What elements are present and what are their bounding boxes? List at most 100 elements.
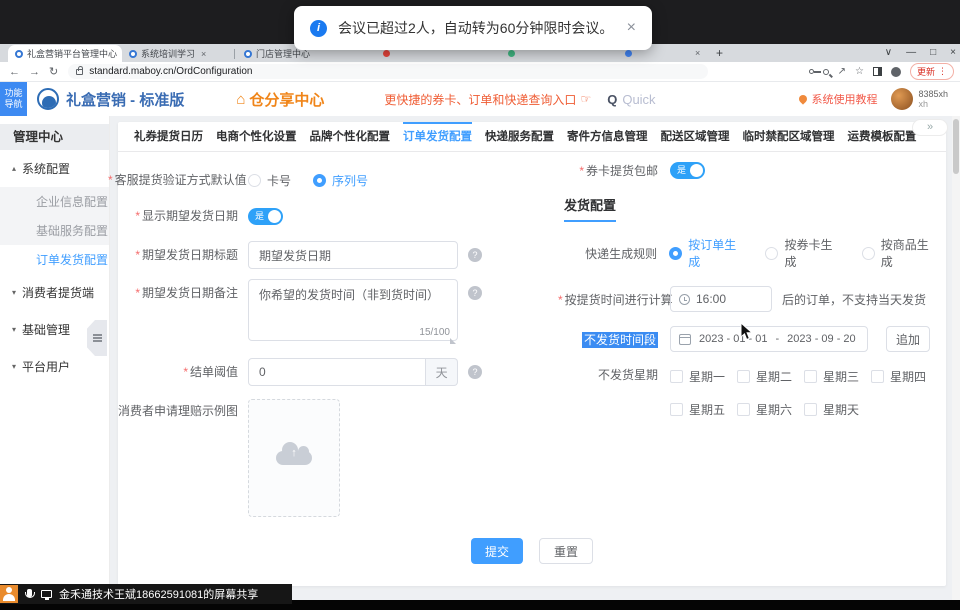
address-bar[interactable]: standard.maboy.cn/OrdConfiguration <box>68 64 708 79</box>
checkbox-icon[interactable] <box>871 370 884 383</box>
help-icon[interactable]: ? <box>468 365 482 379</box>
tab-close-icon[interactable]: × <box>695 48 700 58</box>
checkbox-wednesday[interactable]: 星期三 <box>804 368 871 385</box>
tab-freight-template[interactable]: 运费模板配置 <box>848 122 917 151</box>
toast-close-icon[interactable]: × <box>627 20 636 36</box>
browser-tab-2[interactable]: 系统培训学习 × <box>122 45 232 62</box>
checkbox-icon[interactable] <box>670 370 683 383</box>
page-scrollbar[interactable] <box>952 116 960 600</box>
radio-card-number[interactable]: 卡号 <box>248 172 291 189</box>
checkbox-saturday[interactable]: 星期六 <box>737 401 804 418</box>
checkbox-icon[interactable] <box>737 370 750 383</box>
radio-by-order[interactable]: 按订单生成 <box>669 236 747 270</box>
sidebar-item-basic-service[interactable]: 基础服务配置 <box>0 216 109 245</box>
browser-update-button[interactable]: 更新 ⋮ <box>910 63 954 80</box>
radio-icon[interactable] <box>862 247 875 260</box>
screen: i 会议已超过2人，自动转为60分钟限时会议。 × 礼盒营销平台管理中心 × 系… <box>0 0 960 610</box>
new-tab-button[interactable]: + <box>716 46 723 60</box>
zoom-icon[interactable] <box>823 69 829 75</box>
tabs-overflow-button[interactable]: » <box>912 119 948 136</box>
radio-icon-selected[interactable] <box>669 247 682 260</box>
append-button[interactable]: 追加 <box>886 326 930 352</box>
form-left-column: *客服提货验证方式默认值 卡号 序列号 *显示期望发货日期 <box>108 166 498 531</box>
checkbox-icon[interactable] <box>804 370 817 383</box>
date-range-picker[interactable]: 2023 - 01 - 01 - 2023 - 09 - 20 <box>670 326 868 352</box>
help-icon[interactable]: ? <box>468 286 482 300</box>
radio-icon-selected[interactable] <box>313 174 326 187</box>
show-date-toggle[interactable]: 是 <box>248 208 283 225</box>
scrollbar-thumb[interactable] <box>953 119 959 174</box>
sidebar-item-order-delivery[interactable]: 订单发货配置 <box>0 245 109 274</box>
function-nav-button[interactable]: 功能 导航 <box>0 82 27 116</box>
refresh-icon[interactable]: ↻ <box>49 65 58 78</box>
tab-search-icon[interactable]: ∨ <box>885 48 892 58</box>
radio-by-product[interactable]: 按商品生成 <box>862 236 940 270</box>
checkbox-thursday[interactable]: 星期四 <box>871 368 938 385</box>
radio-icon[interactable] <box>765 247 778 260</box>
checkbox-tuesday[interactable]: 星期二 <box>737 368 804 385</box>
share-icon[interactable]: ↗ <box>838 67 846 77</box>
window-close-icon[interactable]: × <box>950 48 956 58</box>
claim-image-upload[interactable]: ↑ <box>248 399 340 517</box>
tab-close-icon[interactable]: × <box>201 49 206 59</box>
checkbox-icon[interactable] <box>804 403 817 416</box>
checkbox-icon[interactable] <box>737 403 750 416</box>
free-shipping-toggle[interactable]: 是 <box>670 162 705 179</box>
user-avatar[interactable] <box>891 88 913 110</box>
url-text: standard.maboy.cn/OrdConfiguration <box>89 66 252 77</box>
tab-sender-info[interactable]: 寄件方信息管理 <box>567 122 648 151</box>
checkbox-sunday[interactable]: 星期天 <box>804 401 871 418</box>
checkbox-monday[interactable]: 星期一 <box>670 368 737 385</box>
browser-tab-active[interactable]: 礼盒营销平台管理中心 × <box>8 45 122 62</box>
window-maximize-icon[interactable]: □ <box>930 48 936 58</box>
user-name: 8385xh <box>918 89 948 99</box>
date-title-input[interactable] <box>248 241 458 269</box>
field-label: *结单阈值 <box>108 358 248 386</box>
sidebar-group-consumer[interactable]: ▾ 消费者提货端 <box>0 274 109 311</box>
side-panel-icon[interactable] <box>873 67 882 76</box>
tab-order-delivery-config[interactable]: 订单发货配置 <box>403 122 472 151</box>
radio-icon[interactable] <box>248 174 261 187</box>
password-key-icon[interactable] <box>809 69 814 74</box>
quick-search[interactable]: Q Quick <box>607 92 655 107</box>
resize-handle-icon[interactable] <box>450 338 456 344</box>
tab-express-service[interactable]: 快递服务配置 <box>485 122 554 151</box>
radio-serial-number[interactable]: 序列号 <box>313 172 368 189</box>
more-menu-icon[interactable]: ⋮ <box>938 66 947 77</box>
sidebar-group-system-config[interactable]: ▴ 系统配置 <box>0 150 109 187</box>
tab-ecom-custom[interactable]: 电商个性化设置 <box>216 122 297 151</box>
time-picker[interactable]: 16:00 <box>670 286 772 312</box>
profile-icon[interactable] <box>891 67 901 77</box>
submit-button[interactable]: 提交 <box>471 538 523 564</box>
tab-coupon-calendar[interactable]: 礼券提货日历 <box>134 122 203 151</box>
help-icon[interactable]: ? <box>468 248 482 262</box>
threshold-input[interactable] <box>248 358 426 386</box>
window-minimize-icon[interactable]: — <box>906 48 916 58</box>
checkbox-friday[interactable]: 星期五 <box>670 401 737 418</box>
sidebar-item-company-info[interactable]: 企业信息配置 <box>0 187 109 216</box>
unit-days: 天 <box>426 358 458 386</box>
forward-icon[interactable]: → <box>29 66 40 78</box>
share-center-label: 仓分享中心 <box>249 89 324 110</box>
radio-by-coupon[interactable]: 按券卡生成 <box>765 236 843 270</box>
sidebar-group-platform-user[interactable]: ▾ 平台用户 <box>0 348 109 385</box>
hidden-tab-favicon[interactable] <box>625 50 632 57</box>
hidden-tab-favicon[interactable] <box>508 50 515 57</box>
tutorial-link[interactable]: 系统使用教程 <box>799 91 877 107</box>
bookmark-star-icon[interactable]: ☆ <box>855 67 864 77</box>
sidebar-group-label: 平台用户 <box>22 358 70 375</box>
form-row-threshold: *结单阈值 天 ? <box>108 358 498 386</box>
back-icon[interactable]: ← <box>9 66 20 78</box>
tab-brand-custom[interactable]: 品牌个性化配置 <box>310 122 391 151</box>
hidden-tab-favicon[interactable] <box>383 50 390 57</box>
reset-button[interactable]: 重置 <box>539 538 593 564</box>
time-value: 16:00 <box>696 292 726 306</box>
sidebar-group-label: 系统配置 <box>22 160 70 177</box>
field-label: 消费者申请理赔示例图 <box>108 399 248 419</box>
share-center-link[interactable]: ⌂ 仓分享中心 <box>236 89 324 110</box>
tab-temp-ban-area[interactable]: 临时禁配区域管理 <box>743 122 835 151</box>
required-mark: * <box>579 164 584 178</box>
tab-delivery-area[interactable]: 配送区域管理 <box>661 122 730 151</box>
checkbox-icon[interactable] <box>670 403 683 416</box>
field-label: 不发货时间段 <box>558 331 670 348</box>
